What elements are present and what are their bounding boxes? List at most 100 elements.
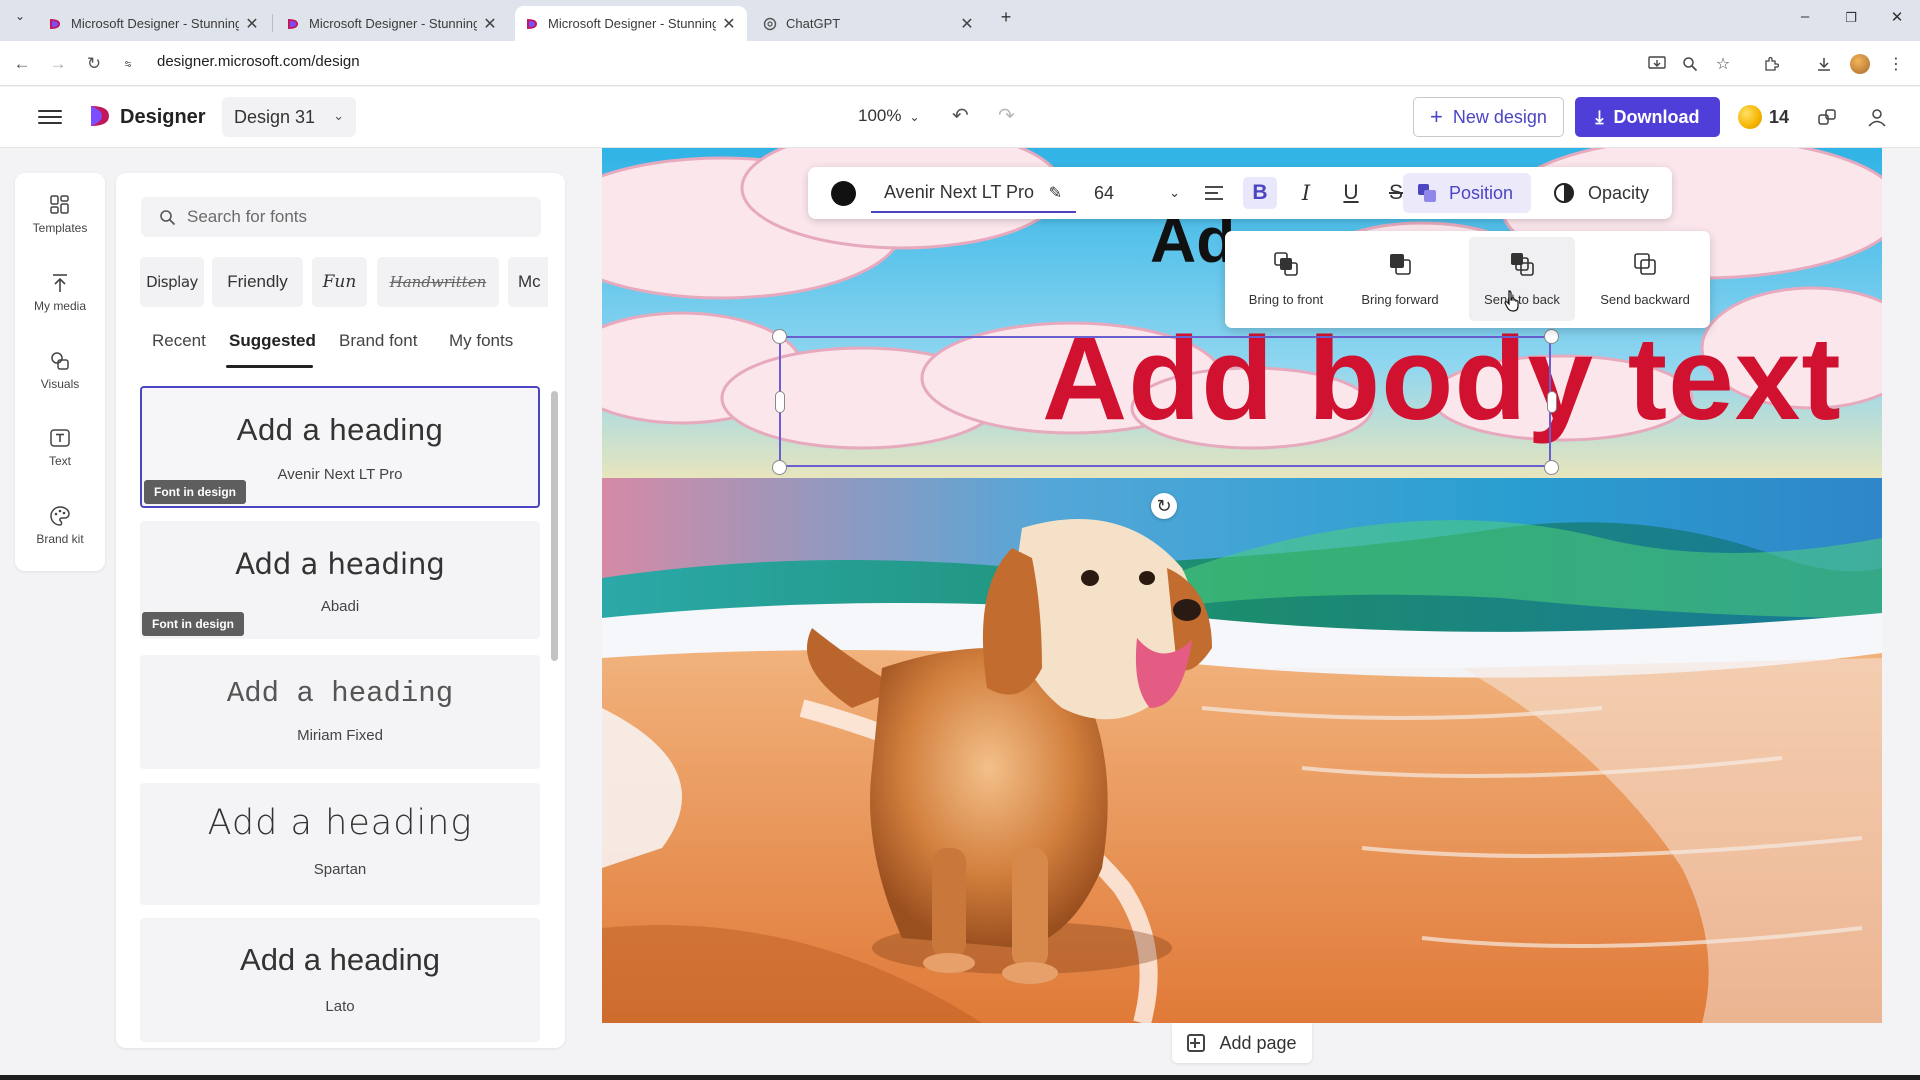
send-to-back-option[interactable]: Send to back — [1469, 237, 1575, 321]
italic-button[interactable]: I — [1289, 177, 1323, 209]
design-name-dropdown[interactable]: Design 31 ⌄ — [222, 97, 356, 137]
chip-friendly[interactable]: Friendly — [212, 257, 303, 307]
rail-item-text[interactable]: Text — [15, 424, 105, 468]
browser-menu-icon[interactable]: ⋮ — [1884, 52, 1908, 76]
designer-favicon-icon — [288, 18, 298, 29]
font-card-abadi[interactable]: Add a heading Abadi Font in design — [140, 521, 540, 639]
redo-icon[interactable]: ↷ — [998, 103, 1015, 128]
align-left-icon[interactable] — [1197, 177, 1231, 209]
font-card-spartan[interactable]: Add a heading Spartan — [140, 783, 540, 905]
brand-name: Designer — [120, 106, 206, 128]
search-icon — [160, 210, 176, 226]
tab-close-icon[interactable]: ✕ — [721, 14, 737, 34]
window-close-icon[interactable]: ✕ — [1885, 8, 1909, 26]
browser-tab-4[interactable]: ChatGPT ✕ — [753, 6, 985, 41]
palette-icon — [15, 502, 105, 530]
new-design-button[interactable]: + New design — [1413, 97, 1564, 137]
resize-handle-left[interactable] — [775, 391, 785, 413]
font-family-field[interactable]: Avenir Next LT Pro ✎ — [871, 173, 1076, 213]
install-app-icon[interactable] — [1645, 52, 1669, 76]
new-tab-button[interactable]: + — [994, 7, 1018, 28]
rail-item-brand-kit[interactable]: Brand kit — [15, 502, 105, 546]
designer-logo-icon — [91, 106, 109, 126]
font-name: Miriam Fixed — [297, 727, 383, 744]
font-sample-heading: Add a heading — [240, 942, 440, 977]
selection-box[interactable] — [779, 336, 1551, 467]
profile-avatar-icon[interactable] — [1848, 52, 1872, 76]
underline-button[interactable]: U — [1334, 177, 1368, 209]
url-text[interactable]: designer.microsoft.com/design — [157, 53, 360, 70]
resize-handle-bottom-right[interactable] — [1544, 460, 1559, 475]
bold-button[interactable]: B — [1243, 177, 1277, 209]
designer-favicon-icon — [50, 18, 60, 29]
rotate-handle-icon[interactable]: ↻ — [1151, 493, 1177, 519]
rail-item-my-media[interactable]: My media — [15, 269, 105, 313]
tab-brand-font[interactable]: Brand font — [339, 331, 417, 351]
chip-display[interactable]: Display — [140, 257, 204, 307]
share-icon[interactable] — [1814, 104, 1840, 130]
font-card-miriam-fixed[interactable]: Add a heading Miriam Fixed — [140, 655, 540, 769]
tab-suggested[interactable]: Suggested — [229, 331, 316, 351]
tab-my-fonts[interactable]: My fonts — [449, 331, 513, 351]
bookmark-star-icon[interactable]: ☆ — [1711, 52, 1735, 76]
tab-recent[interactable]: Recent — [152, 331, 206, 351]
restore-icon[interactable]: ❐ — [1839, 10, 1863, 26]
resize-handle-top-right[interactable] — [1544, 329, 1559, 344]
font-size-dropdown[interactable]: 64 ⌄ — [1084, 173, 1190, 213]
chip-handwritten[interactable]: Handwritten — [377, 257, 499, 307]
credits-coin-icon[interactable] — [1738, 105, 1762, 129]
credits-count[interactable]: 14 — [1769, 107, 1789, 128]
back-arrow-icon[interactable]: ← — [10, 52, 34, 76]
chevron-down-icon: ⌄ — [909, 110, 920, 124]
tab-close-icon[interactable]: ✕ — [482, 14, 498, 34]
pencil-icon[interactable]: ✎ — [1049, 183, 1062, 203]
undo-icon[interactable]: ↶ — [952, 103, 969, 128]
send-to-back-icon — [1511, 253, 1534, 276]
text-color-swatch[interactable] — [831, 181, 856, 206]
chip-more[interactable]: Mc — [508, 257, 548, 307]
minimize-icon[interactable]: – — [1793, 8, 1817, 25]
font-size-value: 64 — [1094, 182, 1115, 203]
browser-tab-3-active[interactable]: Microsoft Designer - Stunning designs ✕ — [515, 6, 747, 41]
zoom-icon[interactable] — [1678, 52, 1702, 76]
option-label: Bring to front — [1248, 292, 1324, 307]
site-info-icon[interactable] — [124, 52, 132, 76]
position-button[interactable]: Position — [1403, 173, 1531, 213]
bring-to-front-option[interactable]: Bring to front — [1233, 237, 1339, 321]
rail-item-templates[interactable]: Templates — [15, 191, 105, 235]
downloads-icon[interactable] — [1812, 52, 1836, 76]
tab-separator — [272, 14, 273, 32]
resize-handle-right[interactable] — [1547, 391, 1557, 413]
font-search-input[interactable] — [141, 197, 541, 237]
send-backward-option[interactable]: Send backward — [1589, 237, 1701, 321]
add-page-button[interactable]: Add page — [1172, 1023, 1312, 1063]
chip-fun[interactable]: Fun — [312, 257, 367, 307]
rail-label: Brand kit — [36, 532, 84, 546]
forward-arrow-icon[interactable]: → — [46, 52, 70, 76]
browser-tab-2[interactable]: Microsoft Designer - Stunning designs ✕ — [276, 6, 508, 41]
resize-handle-bottom-left[interactable] — [772, 460, 787, 475]
zoom-dropdown[interactable]: 100% ⌄ — [858, 106, 920, 126]
opacity-icon — [1554, 183, 1574, 203]
opacity-button[interactable]: Opacity — [1554, 173, 1658, 213]
extensions-icon[interactable] — [1759, 52, 1783, 76]
font-family-value: Avenir Next LT Pro — [884, 181, 1035, 202]
tab-title: Microsoft Designer - Stunning designs — [548, 16, 716, 31]
account-icon[interactable] — [1864, 104, 1890, 130]
tab-close-icon[interactable]: ✕ — [959, 14, 975, 34]
download-button[interactable]: ⤓ Download — [1575, 97, 1720, 137]
tab-close-icon[interactable]: ✕ — [244, 14, 260, 34]
font-card-lato[interactable]: Add a heading Lato — [140, 918, 540, 1042]
browser-tab-1[interactable]: Microsoft Designer - Stunning designs ✕ — [38, 6, 270, 41]
tab-search-chevron-icon[interactable]: ⌄ — [8, 9, 32, 23]
browser-tab-strip: ⌄ Microsoft Designer - Stunning designs … — [0, 0, 1920, 41]
panel-scrollbar[interactable] — [551, 391, 558, 661]
bring-forward-option[interactable]: Bring forward — [1347, 237, 1453, 321]
bring-forward-icon — [1390, 254, 1411, 275]
hamburger-menu-icon[interactable] — [38, 106, 62, 128]
resize-handle-top-left[interactable] — [772, 329, 787, 344]
rail-item-visuals[interactable]: Visuals — [15, 347, 105, 391]
reload-icon[interactable]: ↻ — [82, 52, 106, 76]
chevron-down-icon: ⌄ — [333, 108, 344, 123]
font-card-avenir[interactable]: Add a heading Avenir Next LT Pro Font in… — [140, 386, 540, 508]
